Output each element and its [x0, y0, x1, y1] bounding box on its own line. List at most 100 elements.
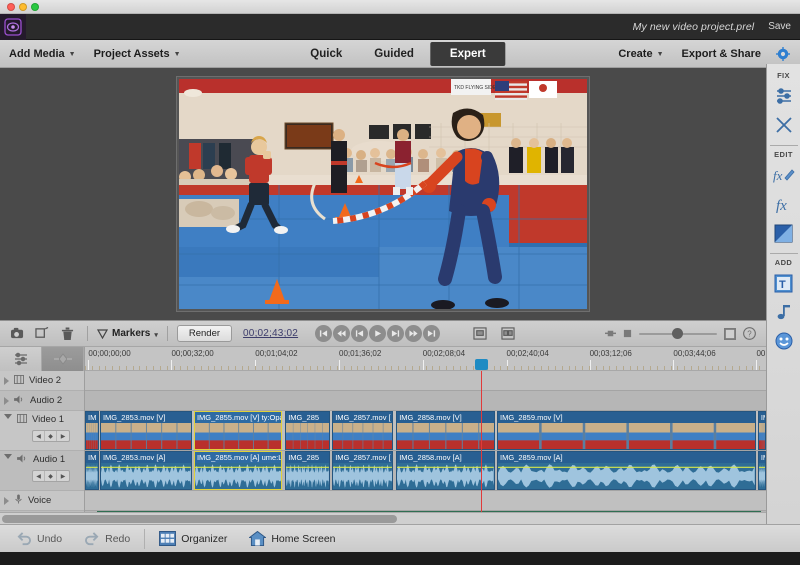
- menu-export-share[interactable]: Export & Share: [673, 40, 770, 67]
- track-header-voice[interactable]: Voice: [0, 491, 84, 511]
- timeline-clip[interactable]: IM: [85, 451, 99, 490]
- maximize-window-button[interactable]: [31, 3, 39, 11]
- timeline-horizontal-scrollbar[interactable]: [0, 512, 766, 524]
- timeline-clip[interactable]: IMG_2853.mov [A]: [100, 451, 192, 490]
- menu-project-assets[interactable]: Project Assets ▼: [85, 40, 190, 67]
- markers-menu[interactable]: Markers ▾: [97, 328, 158, 339]
- app-title-bar: My new video project.prel Save: [0, 14, 800, 40]
- track-lanes[interactable]: IMIMG_2853.mov [V]IMG_2855.mov [V] ty:Op…: [85, 371, 766, 512]
- gradient-icon[interactable]: [771, 220, 797, 246]
- track-lane-video-2[interactable]: [85, 371, 766, 391]
- tools-icon[interactable]: [771, 112, 797, 138]
- home-screen-button[interactable]: Home Screen: [241, 525, 343, 552]
- current-timecode[interactable]: 00;02;43;02: [243, 328, 298, 339]
- next-keyframe-icon[interactable]: ▶: [57, 431, 69, 441]
- track-lane-audio-2[interactable]: [85, 391, 766, 411]
- fx-pencil-icon[interactable]: fx: [771, 162, 797, 188]
- timeline-ruler[interactable]: 00;00;00;0000;00;32;0000;01;04;0200;01;3…: [85, 347, 766, 370]
- timeline-clip[interactable]: IMG_2857.mov [: [332, 411, 393, 450]
- smiley-icon[interactable]: [771, 328, 797, 354]
- adjustments-icon[interactable]: [771, 83, 797, 109]
- play-icon[interactable]: [369, 325, 386, 342]
- step-forward-icon[interactable]: [387, 325, 404, 342]
- split-clip-icon[interactable]: [31, 324, 53, 344]
- ruler-minor-tick: [575, 366, 576, 370]
- go-to-end-icon[interactable]: [423, 325, 440, 342]
- zoom-slider-knob[interactable]: [672, 328, 683, 339]
- track-disclosure-triangle[interactable]: [4, 397, 9, 405]
- clip-thumbnails: [101, 423, 191, 449]
- track-lane-audio-1[interactable]: IMIMG_2853.mov [A]IMG_2855.mov [A] ume:L…: [85, 451, 766, 491]
- go-to-start-icon[interactable]: [315, 325, 332, 342]
- timeline-clip[interactable]: IMG_2858.mov [A]: [396, 451, 495, 490]
- timeline-clip[interactable]: IM: [758, 451, 766, 490]
- ruler-minor-tick: [282, 366, 283, 370]
- quick-view-tab[interactable]: [0, 347, 42, 371]
- monitor-view-icon[interactable]: [469, 324, 491, 344]
- timeline-clip[interactable]: IMG_2853.mov [V]: [100, 411, 192, 450]
- ruler-minor-tick: [228, 366, 229, 370]
- add-keyframe-icon[interactable]: ◆: [45, 471, 57, 481]
- track-header-video-2[interactable]: Video 2: [0, 371, 84, 391]
- titles-icon[interactable]: T: [771, 270, 797, 296]
- zoom-slider[interactable]: [639, 328, 717, 339]
- timeline-clip[interactable]: IMG_285: [285, 411, 330, 450]
- track-disclosure-triangle[interactable]: [4, 377, 9, 385]
- track-header-audio-1[interactable]: Audio 1◀◆▶: [0, 451, 84, 491]
- os-title-bar: [0, 0, 800, 14]
- step-back-icon[interactable]: [351, 325, 368, 342]
- timeline-clip[interactable]: IMG_285: [285, 451, 330, 490]
- track-disclosure-triangle[interactable]: [4, 497, 9, 505]
- mode-expert[interactable]: Expert: [430, 42, 506, 66]
- music-note-icon[interactable]: [771, 299, 797, 325]
- save-button[interactable]: Save: [768, 21, 800, 32]
- keyframe-controls[interactable]: ◀◆▶: [32, 430, 70, 442]
- next-keyframe-icon[interactable]: ▶: [57, 471, 69, 481]
- freeze-frame-icon[interactable]: [6, 324, 28, 344]
- prev-keyframe-icon[interactable]: ◀: [33, 431, 45, 441]
- step-back-fast-icon[interactable]: [333, 325, 350, 342]
- video-preview-frame[interactable]: TKD FLYING SIDE: [176, 76, 590, 312]
- track-lane-voice[interactable]: [85, 491, 766, 511]
- timeline-clip[interactable]: IMG_2859.mov [V]: [497, 411, 756, 450]
- track-lane-video-1[interactable]: IMIMG_2853.mov [V]IMG_2855.mov [V] ty:Op…: [85, 411, 766, 451]
- gear-icon[interactable]: [770, 47, 796, 61]
- redo-button[interactable]: Redo: [76, 525, 138, 552]
- undo-button[interactable]: Undo: [8, 525, 70, 552]
- timeline-clip[interactable]: IMG_2857.mov [: [332, 451, 393, 490]
- minimize-window-button[interactable]: [19, 3, 27, 11]
- split-view-icon[interactable]: [497, 324, 519, 344]
- ruler-tick-label: 00;01;04;02: [255, 349, 297, 358]
- mode-quick[interactable]: Quick: [294, 43, 358, 65]
- ruler-minor-tick: [174, 366, 175, 370]
- ruler-minor-tick: [337, 366, 338, 370]
- keyframe-controls[interactable]: ◀◆▶: [32, 470, 70, 482]
- fx-icon[interactable]: fx: [771, 191, 797, 217]
- track-disclosure-triangle[interactable]: [4, 414, 12, 423]
- timeline-clip[interactable]: IMG_2855.mov [V] ty:Opacity: [194, 411, 283, 450]
- timeline-clip[interactable]: IM: [85, 411, 99, 450]
- playhead-handle[interactable]: [475, 359, 488, 370]
- close-window-button[interactable]: [7, 3, 15, 11]
- timeline-clip[interactable]: IMG_2855.mov [A] ume:Level: [194, 451, 283, 490]
- menu-add-media[interactable]: Add Media ▼: [0, 40, 85, 67]
- add-keyframe-icon[interactable]: ◆: [45, 431, 57, 441]
- timeline-clip[interactable]: IMG_2859.mov [A]: [497, 451, 756, 490]
- track-header-audio-2[interactable]: Audio 2: [0, 391, 84, 411]
- track-disclosure-triangle[interactable]: [4, 454, 12, 463]
- timeline-clip[interactable]: IM: [758, 411, 766, 450]
- prev-keyframe-icon[interactable]: ◀: [33, 471, 45, 481]
- fast-forward-icon[interactable]: [405, 325, 422, 342]
- timeline-clip[interactable]: IMG_2858.mov [V]: [396, 411, 495, 450]
- clip-name-label: IMG_2859.mov [A]: [498, 452, 755, 463]
- menu-create[interactable]: Create ▼: [609, 40, 672, 67]
- clip-thumbnails: [286, 423, 329, 449]
- ruler-minor-tick: [562, 366, 563, 370]
- expert-view-tab[interactable]: [42, 347, 84, 371]
- scrollbar-thumb[interactable]: [2, 515, 397, 523]
- mode-guided[interactable]: Guided: [358, 43, 430, 65]
- delete-icon[interactable]: [56, 324, 78, 344]
- organizer-button[interactable]: Organizer: [151, 525, 235, 552]
- track-header-video-1[interactable]: Video 1◀◆▶: [0, 411, 84, 451]
- render-button[interactable]: Render: [177, 325, 232, 342]
